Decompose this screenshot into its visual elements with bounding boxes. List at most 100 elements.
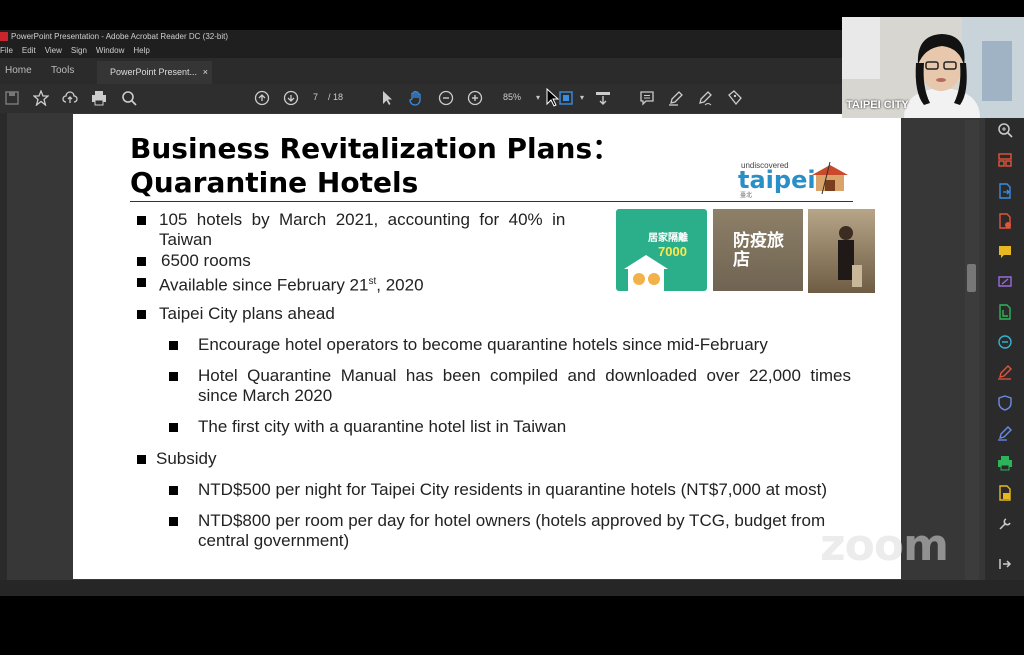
sub-bullet-first-city: The first city with a quarantine hotel l… bbox=[198, 417, 567, 436]
menu-edit[interactable]: Edit bbox=[22, 46, 36, 55]
bullet-available-year: , 2020 bbox=[376, 275, 424, 295]
logo-sub-text: 臺北 bbox=[740, 193, 753, 199]
protect-icon[interactable] bbox=[997, 395, 1013, 411]
status-bar bbox=[0, 580, 1024, 596]
zoom-watermark: zoom bbox=[820, 520, 949, 571]
certificate-pen-icon[interactable] bbox=[997, 425, 1013, 441]
close-tab-icon[interactable]: × bbox=[203, 61, 208, 84]
sub-bullet-owners: NTD$800 per room per day for hotel owner… bbox=[198, 511, 825, 551]
window-title-bar: PowerPoint Presentation - Adobe Acrobat … bbox=[0, 30, 842, 44]
export-pdf-icon[interactable] bbox=[997, 183, 1013, 199]
bullet-marker bbox=[137, 216, 146, 225]
scrollbar-thumb[interactable] bbox=[967, 264, 976, 292]
page-number[interactable]: 7 / 18 bbox=[313, 92, 343, 102]
previous-page-icon[interactable] bbox=[254, 90, 270, 106]
sub-bullet-residents: NTD$500 per night for Taipei City reside… bbox=[198, 480, 828, 499]
save-icon[interactable] bbox=[4, 90, 20, 106]
sub-bullet-owners-line2: central government) bbox=[198, 531, 350, 550]
print-production-icon[interactable] bbox=[997, 455, 1013, 471]
undiscovered-taipei-logo: undiscovered taipei 臺北 bbox=[738, 156, 850, 199]
tab-document[interactable]: PowerPoint Present... × bbox=[97, 61, 212, 84]
bullet-hotels-line2: Taiwan bbox=[159, 230, 212, 249]
bullet-plans: Taipei City plans ahead bbox=[159, 304, 335, 323]
tab-bar: Home Tools PowerPoint Present... × bbox=[0, 58, 842, 84]
scroll-mode-icon[interactable] bbox=[595, 90, 611, 106]
menu-file[interactable]: File bbox=[0, 46, 13, 55]
bullet-available: Available since February 21st, 2020 bbox=[159, 272, 424, 296]
menu-sign[interactable]: Sign bbox=[71, 46, 87, 55]
bullet-hotels: 105 hotels by March 2021, accounting for… bbox=[159, 210, 614, 250]
bullet-marker bbox=[137, 310, 146, 319]
slide-title-line1: Business Revitalization Plans： bbox=[130, 132, 621, 165]
cloud-upload-icon[interactable] bbox=[62, 90, 78, 106]
menu-help[interactable]: Help bbox=[133, 46, 149, 55]
vertical-scrollbar[interactable] bbox=[965, 120, 979, 580]
share-stamp-icon[interactable] bbox=[727, 90, 743, 106]
comment-tool-icon[interactable] bbox=[997, 244, 1013, 260]
sub-bullet-encourage: Encourage hotel operators to become quar… bbox=[198, 335, 768, 354]
sub-bullet-owners-line1: NTD$800 per room per day for hotel owner… bbox=[198, 511, 826, 530]
slide-page: Business Revitalization Plans： Quarantin… bbox=[73, 114, 901, 579]
sub-bullet-manual-line1: Hotel Quarantine Manual has been compile… bbox=[198, 366, 852, 385]
zoom-level[interactable]: 85% bbox=[503, 92, 521, 102]
sub-bullet-manual: Hotel Quarantine Manual has been compile… bbox=[198, 366, 898, 406]
organize-pages-icon[interactable] bbox=[997, 152, 1013, 168]
bullet-marker bbox=[169, 486, 178, 495]
bullet-marker bbox=[169, 341, 178, 350]
next-page-icon[interactable] bbox=[283, 90, 299, 106]
bullet-available-text: Available since February 21 bbox=[159, 275, 369, 295]
star-icon[interactable] bbox=[32, 89, 50, 107]
tab-tools[interactable]: Tools bbox=[51, 65, 74, 76]
taipei-gate-icon bbox=[812, 161, 848, 195]
menu-view[interactable]: View bbox=[45, 46, 62, 55]
bullet-marker bbox=[169, 372, 178, 381]
tab-home[interactable]: Home bbox=[5, 65, 32, 76]
webcam-participant-label: TAIPEI CITY bbox=[846, 99, 909, 111]
acrobat-icon bbox=[0, 32, 8, 41]
zoom-in-icon[interactable] bbox=[467, 90, 483, 106]
slide-title-line2: Quarantine Hotels bbox=[130, 166, 419, 199]
bullet-marker bbox=[137, 278, 146, 287]
photo-hotel-text: 防疫旅店 bbox=[733, 231, 784, 269]
quarantine-hotel-photo: 防疫旅店 bbox=[713, 209, 803, 291]
prepare-form-icon[interactable] bbox=[997, 485, 1013, 501]
bullet-marker bbox=[137, 257, 146, 266]
fill-sign-icon[interactable] bbox=[997, 364, 1013, 380]
search-icon[interactable] bbox=[121, 90, 137, 106]
zoom-dropdown-icon[interactable]: ▾ bbox=[530, 90, 546, 106]
bullet-marker bbox=[169, 517, 178, 526]
bullet-subsidy: Subsidy bbox=[156, 449, 217, 468]
more-tools-icon[interactable] bbox=[997, 516, 1013, 532]
select-arrow-icon[interactable] bbox=[379, 90, 395, 106]
zoom-out-icon[interactable] bbox=[438, 90, 454, 106]
highlight-pen-icon[interactable] bbox=[668, 90, 684, 106]
sign-pen-icon[interactable] bbox=[697, 90, 713, 106]
bullet-hotels-line1: 105 hotels by March 2021, accounting for… bbox=[159, 210, 566, 229]
compress-pdf-icon[interactable] bbox=[997, 304, 1013, 320]
quarantine-poster-image: 居家隔離 7000 bbox=[616, 209, 707, 291]
window-title: PowerPoint Presentation - Adobe Acrobat … bbox=[11, 32, 229, 41]
print-icon[interactable] bbox=[91, 90, 107, 106]
poster-text: 居家隔離 bbox=[648, 233, 688, 244]
tools-pane bbox=[985, 113, 1024, 580]
scan-ocr-icon[interactable] bbox=[997, 334, 1013, 350]
bullet-marker bbox=[169, 423, 178, 432]
menu-window[interactable]: Window bbox=[96, 46, 124, 55]
send-sign-icon[interactable] bbox=[997, 274, 1013, 290]
hand-tool-icon[interactable] bbox=[408, 90, 424, 106]
collapse-panel-icon[interactable] bbox=[997, 556, 1013, 572]
title-divider bbox=[130, 201, 853, 202]
bullet-rooms: 6500 rooms bbox=[161, 251, 251, 270]
page-total: / 18 bbox=[328, 92, 344, 102]
fit-dropdown-icon[interactable]: ▾ bbox=[574, 90, 590, 106]
comment-icon[interactable] bbox=[639, 90, 655, 106]
webcam-video: TAIPEI CITY bbox=[842, 17, 1024, 118]
hotel-staff-photo bbox=[808, 209, 875, 293]
create-pdf-icon[interactable] bbox=[997, 213, 1013, 229]
zoom-tool-icon[interactable] bbox=[997, 122, 1013, 138]
bullet-marker bbox=[137, 455, 146, 464]
menu-bar: File Edit View Sign Window Help bbox=[0, 44, 842, 58]
page-current[interactable]: 7 bbox=[313, 92, 318, 102]
mouse-cursor-icon bbox=[545, 87, 561, 107]
left-panel-toggle[interactable] bbox=[0, 113, 7, 580]
